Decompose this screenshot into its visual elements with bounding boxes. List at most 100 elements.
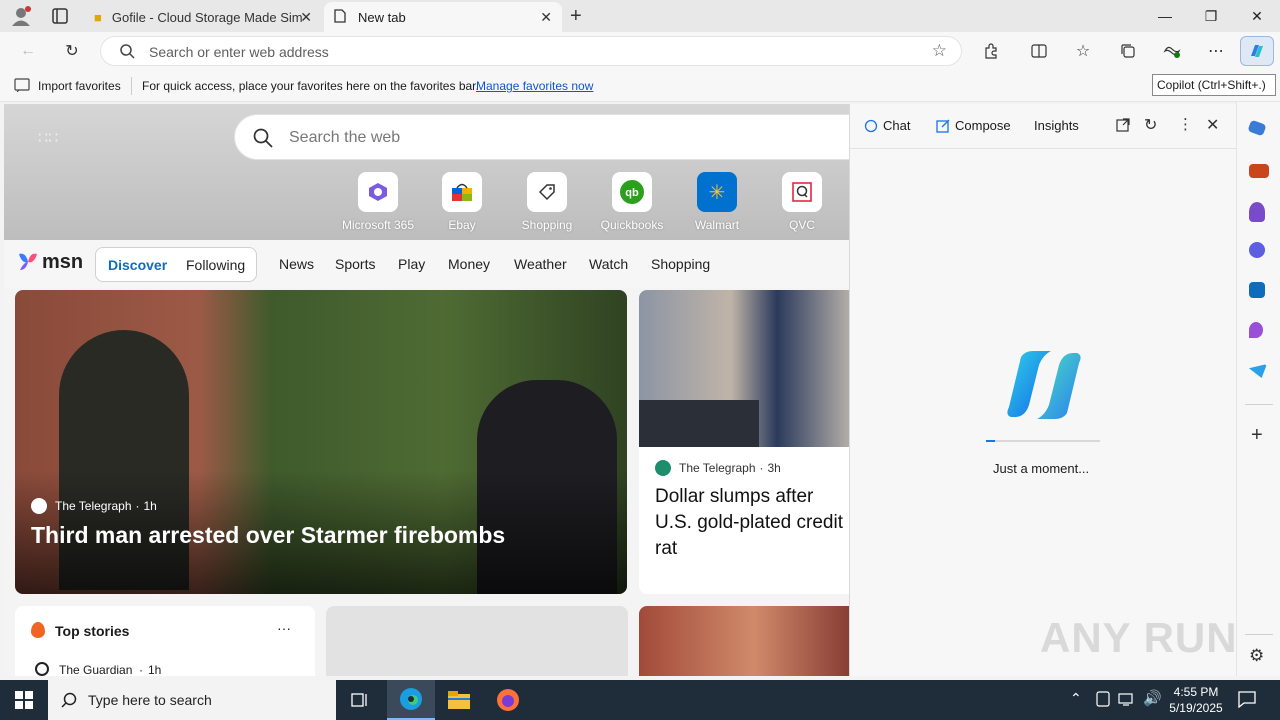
show-hidden-icons[interactable]: ⌃: [1070, 690, 1082, 707]
task-view-icon[interactable]: [336, 680, 384, 720]
tag-icon[interactable]: [1247, 119, 1267, 137]
favorites-icon[interactable]: ☆: [1069, 38, 1097, 64]
quick-link-shopping[interactable]: Shopping: [507, 172, 587, 232]
search-icon: [253, 128, 273, 151]
feed-toggle: Discover Following: [95, 247, 257, 282]
quick-link-label: Shopping: [521, 218, 573, 232]
manage-favorites-link[interactable]: Manage favorites now: [476, 79, 593, 93]
extensions-icon[interactable]: [977, 38, 1005, 64]
quick-link-ebay[interactable]: Ebay: [422, 172, 502, 232]
flame-icon: [31, 622, 45, 638]
new-tab-page: ∷∷ Search the web Microsoft 365 Ebay Sho…: [4, 104, 849, 676]
quick-link-microsoft-365[interactable]: Microsoft 365: [338, 172, 418, 232]
tag-icon: [527, 172, 567, 212]
restore-icon[interactable]: ❐: [1188, 0, 1234, 32]
windows-start-icon[interactable]: [0, 680, 48, 720]
send-icon[interactable]: [1249, 364, 1267, 378]
copilot-logo-icon: [1007, 351, 1081, 422]
quick-link-label: Walmart: [694, 218, 740, 232]
split-screen-icon[interactable]: [1025, 38, 1053, 64]
profile-icon[interactable]: [10, 5, 32, 27]
apps-launcher-icon[interactable]: ∷∷: [38, 128, 58, 148]
loading-fill: [986, 440, 996, 442]
quick-link-walmart[interactable]: ✳ Walmart: [677, 172, 757, 232]
refresh-icon[interactable]: ↻: [1144, 115, 1157, 135]
msn-butterfly-icon: [19, 253, 37, 270]
refresh-icon[interactable]: ↻: [58, 38, 86, 64]
web-search-box[interactable]: Search the web: [234, 114, 849, 160]
source-name: The Telegraph: [55, 499, 132, 513]
nav-weather[interactable]: Weather: [514, 256, 567, 272]
import-favorites-button[interactable]: Import favorites: [38, 79, 121, 93]
games-icon[interactable]: [1249, 202, 1265, 222]
nav-play[interactable]: Play: [398, 256, 425, 272]
qvc-icon: [782, 172, 822, 212]
copilot-button[interactable]: [1240, 36, 1274, 66]
quick-link-label: Ebay: [448, 218, 476, 232]
nav-news[interactable]: News: [279, 256, 314, 272]
collections-icon[interactable]: [1114, 38, 1142, 64]
msn-logo[interactable]: msn: [16, 250, 83, 274]
taskbar-search-placeholder: Type here to search: [88, 692, 212, 708]
open-in-new-icon[interactable]: [1116, 118, 1130, 135]
designer-icon[interactable]: [1249, 322, 1263, 338]
tab-new-tab[interactable]: New tab ✕: [324, 2, 562, 32]
news-card-side[interactable]: The Telegraph · 3h Dollar slumps after U…: [639, 290, 849, 594]
nav-money[interactable]: Money: [448, 256, 490, 272]
browser-essentials-icon[interactable]: [1158, 38, 1186, 64]
telegraph-icon: [31, 498, 47, 514]
firefox-icon[interactable]: [484, 680, 532, 720]
tab-label: Compose: [955, 118, 1011, 133]
tab-title: Gofile - Cloud Storage Made Sim: [111, 9, 302, 25]
taskbar-search[interactable]: Type here to search: [48, 680, 336, 720]
import-icon: [14, 78, 30, 95]
pill-discover[interactable]: Discover: [108, 257, 167, 273]
nav-shopping[interactable]: Shopping: [651, 256, 710, 272]
tab-gofile[interactable]: ■ Gofile - Cloud Storage Made Sim ✕: [84, 2, 322, 32]
sidebar-divider: [1245, 404, 1273, 405]
pill-following[interactable]: Following: [186, 257, 245, 273]
copilot-tab-chat[interactable]: Chat: [864, 118, 910, 133]
tab-actions-icon[interactable]: [50, 6, 70, 26]
story-age: 1h: [148, 663, 162, 676]
news-card-main[interactable]: The Telegraph · 1h Third man arrested ov…: [15, 290, 627, 594]
copilot-tab-insights[interactable]: Insights: [1034, 118, 1079, 133]
m365-icon[interactable]: [1249, 242, 1265, 258]
quick-link-quickbooks[interactable]: qb Quickbooks: [592, 172, 672, 232]
close-panel-icon[interactable]: ✕: [1206, 115, 1219, 135]
notifications-icon[interactable]: [1238, 690, 1256, 711]
copilot-tooltip: Copilot (Ctrl+Shift+.): [1152, 74, 1276, 96]
network-icon[interactable]: [1118, 691, 1136, 710]
quick-link-qvc[interactable]: QVC: [762, 172, 842, 232]
back-icon[interactable]: ←: [14, 38, 42, 64]
add-favorite-icon[interactable]: ☆: [932, 41, 947, 61]
add-app-icon[interactable]: +: [1251, 424, 1263, 447]
copilot-tab-compose[interactable]: Compose: [936, 118, 1011, 133]
file-explorer-icon[interactable]: [435, 680, 483, 720]
edge-taskbar-icon[interactable]: [387, 680, 435, 720]
sidebar-settings-icon[interactable]: ⚙: [1249, 646, 1264, 666]
more-options-icon[interactable]: ⋯: [1202, 38, 1230, 64]
device-icon[interactable]: [1096, 691, 1110, 710]
nav-watch[interactable]: Watch: [589, 256, 628, 272]
minimize-icon[interactable]: —: [1142, 0, 1188, 32]
nav-sports[interactable]: Sports: [335, 256, 375, 272]
close-tab-icon[interactable]: ✕: [300, 9, 312, 26]
favorites-divider: [131, 77, 132, 95]
windows-taskbar: Type here to search ⌃ 🔊 4:55 PM 5/19/202…: [0, 680, 1280, 720]
placeholder-card: [326, 606, 628, 676]
close-window-icon[interactable]: ✕: [1234, 0, 1280, 32]
outlook-icon[interactable]: [1249, 282, 1265, 298]
anyrun-watermark: ANY RUN: [1040, 614, 1238, 661]
news-card-bottom[interactable]: [639, 606, 849, 676]
volume-icon[interactable]: 🔊: [1143, 689, 1162, 707]
ebay-icon: [442, 172, 482, 212]
folder-icon: ■: [94, 9, 102, 25]
more-options-icon[interactable]: ⋮: [1178, 115, 1193, 133]
tools-icon[interactable]: [1249, 164, 1269, 178]
new-tab-icon[interactable]: +: [570, 5, 582, 28]
system-clock[interactable]: 4:55 PM 5/19/2025: [1166, 684, 1226, 716]
close-tab-icon[interactable]: ✕: [540, 9, 552, 26]
address-bar[interactable]: Search or enter web address ☆: [100, 36, 962, 66]
more-options-icon[interactable]: ···: [277, 620, 291, 636]
